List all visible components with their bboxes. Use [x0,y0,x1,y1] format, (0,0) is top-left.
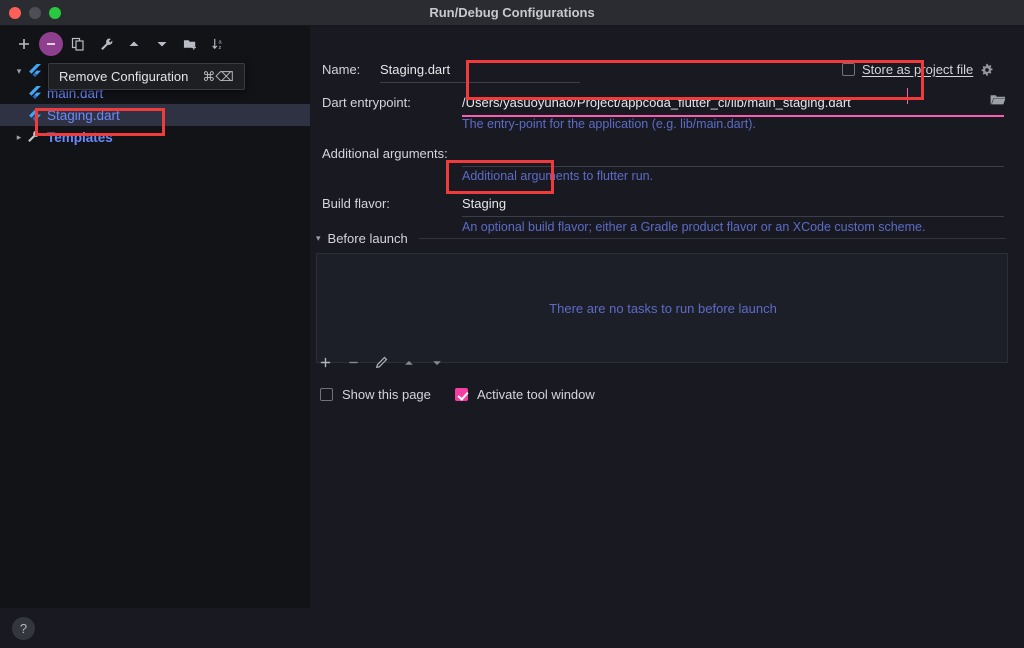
entrypoint-value: /Users/yasuoyuhao/Project/appcoda_flutte… [462,95,851,110]
entrypoint-field-underline [462,115,1004,117]
entrypoint-input[interactable]: /Users/yasuoyuhao/Project/appcoda_flutte… [462,95,982,110]
text-caret [907,88,908,104]
add-configuration-button[interactable] [11,32,37,56]
before-launch-label: Before launch [327,231,408,246]
configuration-form: Name: Staging.dart Store as project file… [310,26,1024,608]
additional-arguments-label: Additional arguments: [322,146,448,161]
sidebar-item-label: Templates [47,129,113,145]
flutter-icon [26,85,42,101]
activate-tool-window-label: Activate tool window [477,387,595,402]
before-launch-task-list[interactable]: There are no tasks to run before launch [316,253,1008,363]
wrench-icon [26,129,42,145]
name-value: Staging.dart [380,62,451,77]
activate-tool-window-row[interactable]: Activate tool window [455,387,595,402]
pencil-icon[interactable] [372,356,390,369]
build-flavor-value: Staging [462,196,507,211]
svg-text:z: z [218,45,221,51]
folder-add-icon[interactable] [177,32,203,56]
show-this-page-label: Show this page [342,387,431,402]
additional-arguments-label-wrap: Additional arguments: [322,146,448,161]
sidebar-toolbar: a z [0,30,310,58]
tooltip-shortcut: ⌘⌫ [202,68,234,84]
sidebar-item-label: Staging.dart [47,107,120,123]
entrypoint-label: Dart entrypoint: [322,95,411,110]
configurations-sidebar: a z ▾ Flutter [0,26,310,608]
build-flavor-underline [462,216,1004,217]
name-input[interactable]: Staging.dart [380,62,580,77]
name-field-underline [380,82,580,83]
build-flavor-input[interactable]: Staging [462,196,1004,211]
store-as-project-file-label: Store as project file [862,62,974,77]
store-as-project-file-row[interactable]: Store as project file [842,62,994,77]
run-debug-configurations-dialog: Run/Debug Configurations a z ▾ main.dart… [0,0,1024,648]
move-task-down-button[interactable] [428,357,446,369]
chevron-down-icon[interactable]: ▾ [316,233,321,244]
move-task-up-button[interactable] [400,357,418,369]
sidebar-item-templates[interactable]: ▸ Templates [0,126,310,148]
remove-configuration-button[interactable] [39,32,63,56]
help-button[interactable]: ? [12,617,35,640]
before-launch-empty-message: There are no tasks to run before launch [549,301,777,316]
activate-tool-window-checkbox[interactable] [455,388,468,401]
before-launch-toolbar [316,356,446,369]
flutter-icon [26,107,42,123]
dialog-footer: ? CANCEL APPLY OK [0,608,1024,648]
build-flavor-label-wrap: Build flavor: [322,196,390,211]
flutter-icon [26,63,42,79]
configurations-tree: ▾ Flutter m [0,60,310,606]
additional-arguments-underline [462,166,1004,167]
show-this-page-row[interactable]: Show this page [320,387,431,402]
window-title: Run/Debug Configurations [429,5,595,20]
sort-alpha-icon[interactable]: a z [205,32,231,56]
remove-configuration-tooltip: Remove Configuration ⌘⌫ [48,63,245,90]
entrypoint-label-wrap: Dart entrypoint: [322,95,411,110]
remove-task-button[interactable] [344,356,362,369]
wrench-icon[interactable] [93,32,119,56]
move-up-button[interactable] [121,32,147,56]
chevron-down-icon[interactable]: ▾ [12,66,26,77]
tooltip-label: Remove Configuration [59,69,189,84]
additional-arguments-hint: Additional arguments to flutter run. [462,169,654,183]
move-down-button[interactable] [149,32,175,56]
gear-icon[interactable] [980,63,994,77]
build-flavor-label: Build flavor: [322,196,390,211]
add-task-button[interactable] [316,356,334,369]
copy-configuration-button[interactable] [65,32,91,56]
sidebar-item-staging-dart[interactable]: Staging.dart [0,104,310,126]
store-as-project-file-checkbox[interactable] [842,63,855,76]
title-bar: Run/Debug Configurations [0,0,1024,26]
show-this-page-checkbox[interactable] [320,388,333,401]
name-row: Name: [322,62,380,77]
name-label: Name: [322,62,361,77]
folder-open-icon[interactable] [990,93,1006,112]
chevron-right-icon[interactable]: ▸ [12,132,26,143]
before-launch-header[interactable]: ▾ Before launch [316,231,1016,246]
section-divider [418,238,1006,239]
entrypoint-hint: The entry-point for the application (e.g… [462,117,756,131]
